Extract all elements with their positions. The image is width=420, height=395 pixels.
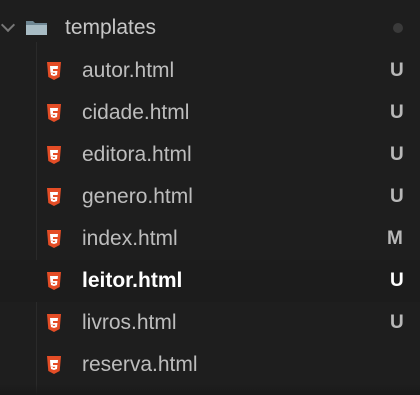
file-name: leitor.html (82, 269, 183, 292)
html5-icon (47, 314, 61, 332)
git-status-badge: U (390, 102, 404, 123)
file-name: cidade.html (82, 101, 190, 124)
git-status-badge: M (387, 228, 403, 249)
file-name: autor.html (82, 59, 175, 82)
file-name: editora.html (82, 143, 192, 166)
folder-name: templates (65, 16, 157, 39)
html5-icon (47, 272, 61, 290)
git-status-badge: U (390, 144, 404, 165)
file-name: reserva.html (82, 353, 198, 376)
file-row-autor[interactable]: autor.html U (0, 50, 420, 92)
html5-icon (47, 104, 61, 122)
file-name: index.html (82, 227, 178, 250)
file-row-leitor[interactable]: leitor.html U (0, 260, 420, 302)
file-row-cidade[interactable]: cidade.html U (0, 92, 420, 134)
file-name: genero.html (82, 185, 193, 208)
git-status-badge: U (390, 270, 404, 291)
file-name: livros.html (82, 311, 177, 334)
file-row-livros[interactable]: livros.html U (0, 302, 420, 344)
html5-icon (47, 188, 61, 206)
git-status-badge: U (390, 186, 404, 207)
modified-dot-indicator (393, 23, 403, 33)
git-status-badge: U (390, 312, 404, 333)
html5-icon (47, 62, 61, 80)
folder-open-icon (26, 21, 47, 35)
file-row-editora[interactable]: editora.html U (0, 134, 420, 176)
folder-row-templates[interactable]: templates (0, 7, 420, 49)
html5-icon (47, 146, 61, 164)
file-row-reserva[interactable]: reserva.html (0, 344, 420, 386)
chevron-down-icon[interactable] (0, 17, 16, 33)
file-explorer: templates autor.html U cidade.html U edi… (0, 0, 420, 395)
git-status-badge: U (390, 60, 404, 81)
bottom-scroll-shadow (0, 384, 420, 395)
html5-icon (47, 356, 61, 374)
html5-icon (47, 230, 61, 248)
file-row-index[interactable]: index.html M (0, 218, 420, 260)
file-row-genero[interactable]: genero.html U (0, 176, 420, 218)
